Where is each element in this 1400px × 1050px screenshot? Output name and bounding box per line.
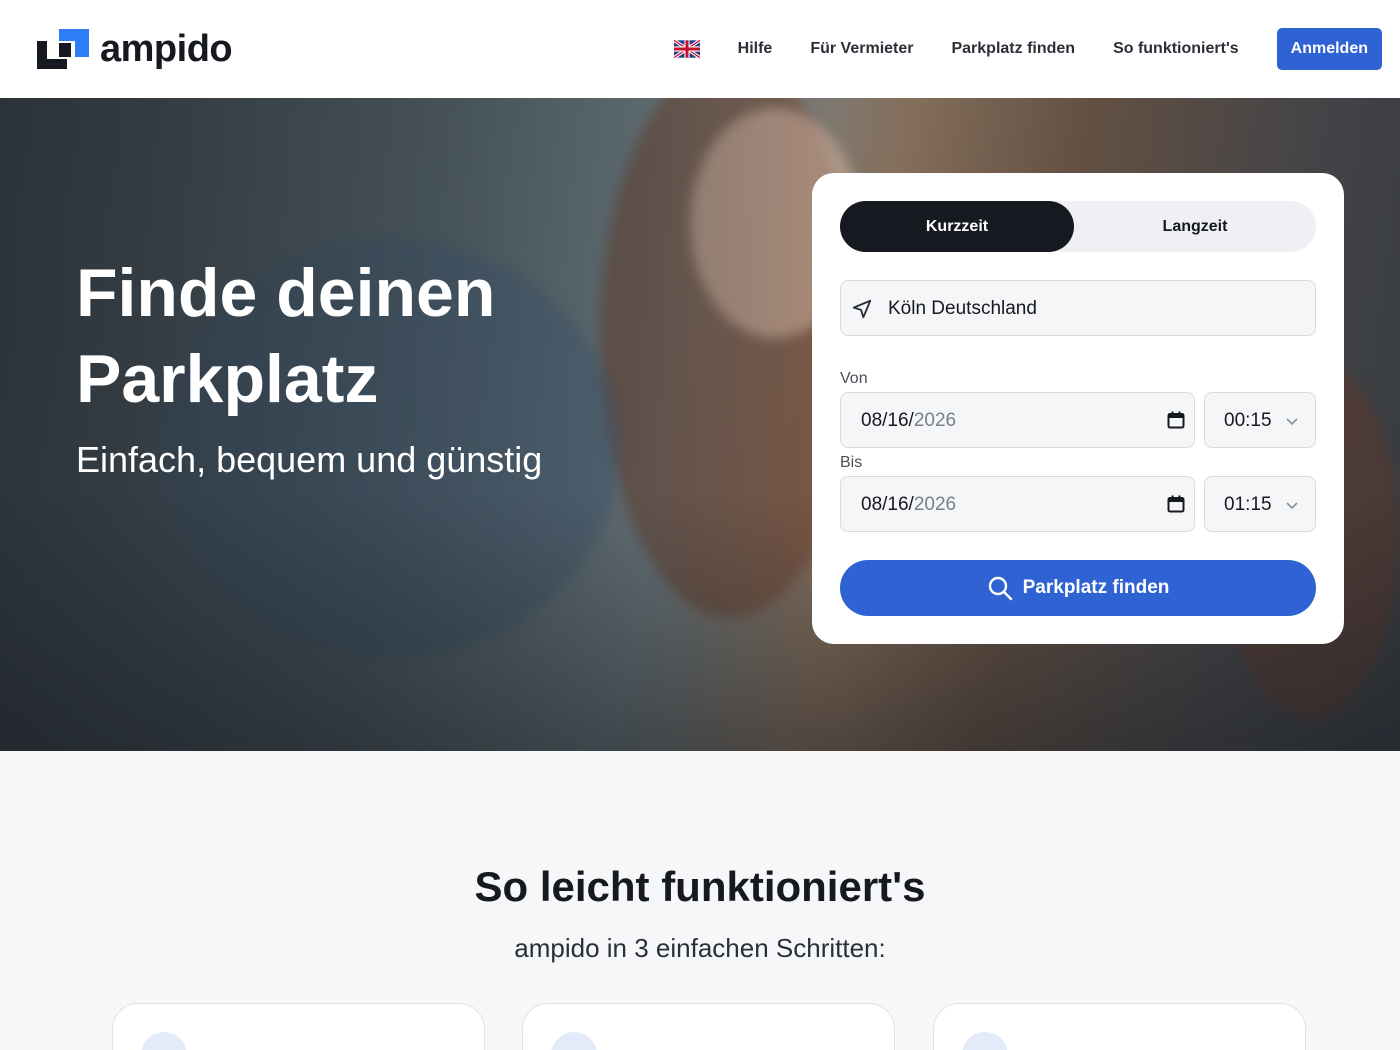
calendar-icon[interactable] bbox=[1167, 411, 1185, 429]
main-nav: Hilfe Für Vermieter Parkplatz finden So … bbox=[673, 28, 1382, 70]
hero-subtitle: Einfach, bequem und günstig bbox=[76, 439, 543, 480]
tab-kurzzeit[interactable]: Kurzzeit bbox=[840, 201, 1074, 252]
from-label: Von bbox=[840, 370, 868, 387]
calendar-icon[interactable] bbox=[1167, 495, 1185, 513]
to-time-value: 01:15 bbox=[1224, 494, 1272, 515]
nav-fuer-vermieter[interactable]: Für Vermieter bbox=[810, 28, 913, 70]
login-button[interactable]: Anmelden bbox=[1276, 28, 1382, 70]
to-time-select[interactable]: 01:15 bbox=[1204, 476, 1316, 532]
chevron-down-icon bbox=[1286, 418, 1298, 426]
navigation-arrow-icon bbox=[852, 299, 872, 319]
search-button-label: Parkplatz finden bbox=[1022, 577, 1170, 598]
step-search-icon bbox=[141, 1032, 187, 1050]
tab-langzeit[interactable]: Langzeit bbox=[1074, 201, 1316, 252]
duration-toggle: Kurzzeit Langzeit bbox=[840, 201, 1316, 252]
step-card-1 bbox=[112, 1003, 485, 1050]
search-card: Kurzzeit Langzeit Köln Deutschland Von 0… bbox=[812, 173, 1344, 644]
from-time-select[interactable]: 00:15 bbox=[1204, 392, 1316, 448]
logo-text: ampido bbox=[100, 28, 233, 70]
search-icon bbox=[988, 576, 1012, 601]
hero-title: Finde deinen Parkplatz bbox=[76, 255, 496, 417]
to-date-input[interactable]: 08/16/2026 bbox=[840, 476, 1195, 532]
nav-hilfe[interactable]: Hilfe bbox=[738, 28, 773, 70]
section-title: So leicht funktioniert's bbox=[474, 863, 926, 910]
from-date-input[interactable]: 08/16/2026 bbox=[840, 392, 1195, 448]
step-calendar-icon bbox=[551, 1032, 597, 1050]
logo-mark-icon bbox=[37, 29, 89, 69]
step-card-3 bbox=[933, 1003, 1306, 1050]
location-input[interactable]: Köln Deutschland bbox=[840, 280, 1316, 336]
to-label: Bis bbox=[840, 454, 863, 471]
chevron-down-icon bbox=[1286, 502, 1298, 510]
from-time-value: 00:15 bbox=[1224, 410, 1272, 431]
to-date-value: 08/16/2026 bbox=[861, 494, 957, 515]
site-header: ampido Hilfe Für Vermieter Parkplatz fin… bbox=[0, 0, 1400, 98]
uk-flag-icon[interactable] bbox=[673, 40, 700, 58]
nav-parkplatz-finden[interactable]: Parkplatz finden bbox=[951, 28, 1075, 70]
location-value: Köln Deutschland bbox=[888, 298, 1037, 319]
section-subtitle: ampido in 3 einfachen Schritten: bbox=[514, 933, 886, 963]
nav-so-funktionierts[interactable]: So funktioniert's bbox=[1113, 28, 1239, 70]
step-navigation-icon bbox=[962, 1032, 1008, 1050]
ampido-logo[interactable]: ampido bbox=[37, 28, 233, 70]
search-parking-button[interactable]: Parkplatz finden bbox=[840, 560, 1316, 616]
step-card-2 bbox=[522, 1003, 895, 1050]
from-date-value: 08/16/2026 bbox=[861, 410, 957, 431]
